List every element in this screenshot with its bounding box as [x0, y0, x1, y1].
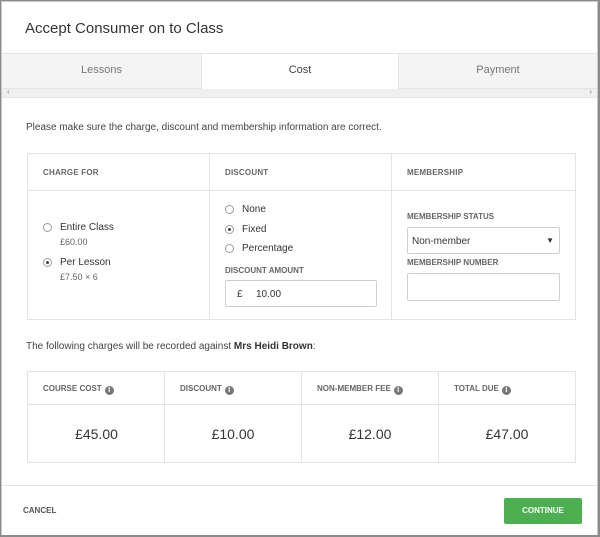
info-icon[interactable]: i [104, 386, 114, 395]
total-due-label: TOTAL DUE [454, 384, 499, 393]
total-due-value: £47.00 [485, 426, 529, 442]
radio-icon[interactable] [43, 223, 52, 232]
discount-heading: DISCOUNT [225, 168, 269, 177]
info-icon[interactable]: i [224, 386, 234, 395]
tab-bar: Lessons Cost Payment [2, 54, 597, 90]
tab-cost[interactable]: Cost [201, 54, 399, 90]
option-label: Fixed [242, 224, 267, 235]
discount-amount-label: DISCOUNT AMOUNT [225, 266, 304, 275]
cancel-button[interactable]: CANCEL [23, 506, 56, 515]
consumer-name: Mrs Heidi Brown [233, 341, 313, 352]
membership-status-select[interactable]: Non-member ▼ [407, 227, 560, 254]
membership-status-label: MEMBERSHIP STATUS [407, 212, 495, 221]
currency-symbol: £ [237, 289, 243, 300]
charges-prefix: The following charges will be recorded a… [26, 341, 232, 352]
cost-options-grid: CHARGE FOR Entire Class £60.00 Per Lesso… [27, 153, 576, 320]
charge-for-section: CHARGE FOR Entire Class £60.00 Per Lesso… [28, 154, 210, 319]
option-price: £7.50 × 6 [60, 272, 98, 282]
course-cost-cell: COURSE COST i £45.00 [28, 372, 165, 462]
membership-heading: MEMBERSHIP [407, 168, 464, 177]
non-member-fee-label: NON-MEMBER FEE [317, 384, 391, 393]
discount-amount-value: 10.00 [256, 289, 282, 300]
discount-value: £10.00 [211, 426, 255, 442]
tab-payment[interactable]: Payment [399, 54, 597, 89]
chevron-down-icon: ▼ [546, 236, 554, 245]
charges-summary: COURSE COST i £45.00 DISCOUNT i £10.00 NON… [27, 371, 576, 463]
discount-cell: DISCOUNT i £10.00 [164, 372, 301, 462]
option-label: Per Lesson [60, 257, 111, 268]
discount-section: DISCOUNT None Fixed Percentage DISCOUNT … [210, 154, 392, 319]
non-member-fee-cell: NON-MEMBER FEE i £12.00 [301, 372, 438, 462]
dialog-title: Accept Consumer on to Class [25, 20, 224, 37]
continue-button[interactable]: CONTINUE [504, 498, 582, 524]
course-cost-label: COURSE COST [43, 384, 102, 393]
option-label: Entire Class [60, 222, 114, 233]
radio-icon[interactable] [225, 244, 234, 253]
charges-suffix: : [312, 341, 316, 352]
membership-section: MEMBERSHIP MEMBERSHIP STATUS Non-member … [392, 154, 575, 319]
intro-text: Please make sure the charge, discount an… [26, 122, 382, 133]
option-label: None [242, 204, 266, 215]
charges-statement: The following charges will be recorded a… [26, 341, 316, 352]
accept-consumer-dialog: Accept Consumer on to Class Lessons Cost… [1, 1, 598, 535]
non-member-fee-value: £12.00 [348, 426, 392, 442]
info-icon[interactable]: i [393, 386, 403, 395]
dialog-header: Accept Consumer on to Class [2, 2, 597, 54]
radio-checked-icon[interactable] [225, 225, 234, 234]
charge-for-heading: CHARGE FOR [43, 168, 99, 177]
info-icon[interactable]: i [501, 386, 511, 395]
discount-amount-input[interactable]: £ 10.00 [225, 280, 377, 307]
membership-number-input[interactable] [407, 273, 560, 301]
scroll-left-icon[interactable]: ‹ [7, 87, 10, 96]
discount-label: DISCOUNT [180, 384, 222, 393]
course-cost-value: £45.00 [75, 426, 118, 442]
membership-number-label: MEMBERSHIP NUMBER [407, 258, 499, 267]
scroll-right-icon[interactable]: › [589, 87, 592, 96]
radio-icon[interactable] [225, 205, 234, 214]
tab-scroll-strip: ‹ › [2, 87, 597, 98]
membership-status-value: Non-member [412, 236, 471, 247]
total-due-cell: TOTAL DUE i £47.00 [438, 372, 575, 462]
option-label: Percentage [242, 243, 294, 254]
dialog-footer: CANCEL CONTINUE [2, 485, 597, 535]
option-price: £60.00 [60, 237, 88, 247]
tab-lessons[interactable]: Lessons [2, 54, 201, 89]
radio-checked-icon[interactable] [43, 258, 52, 267]
